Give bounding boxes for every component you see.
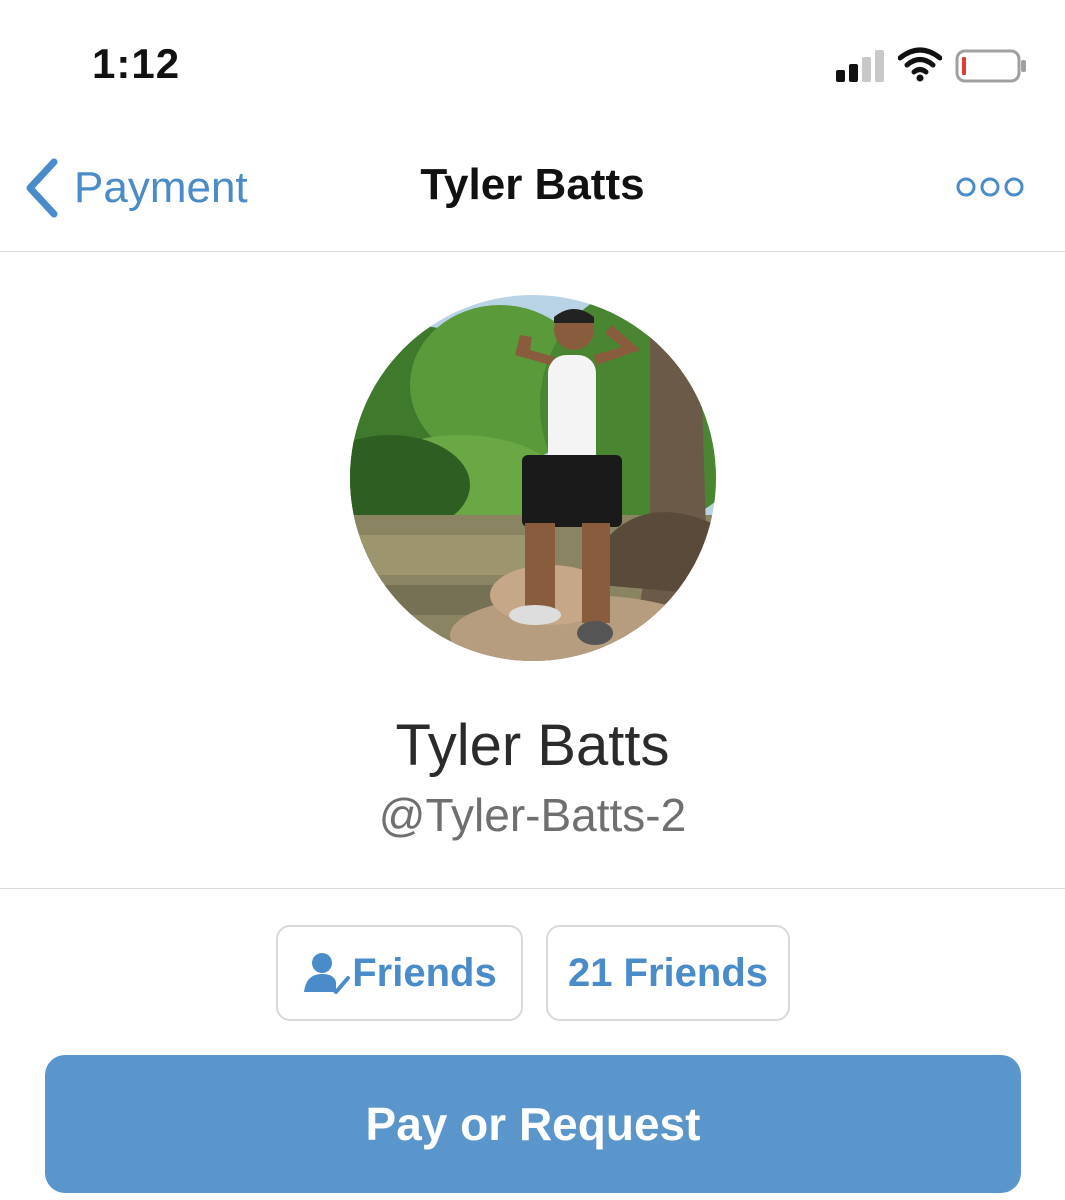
divider [0, 888, 1065, 889]
profile-photo [350, 295, 716, 661]
pay-or-request-button[interactable]: Pay or Request [45, 1055, 1021, 1193]
avatar[interactable] [350, 295, 716, 661]
cellular-signal-icon [836, 50, 886, 82]
profile-name: Tyler Batts [395, 713, 670, 778]
friends-status-label: Friends [352, 950, 497, 995]
wifi-icon [898, 47, 942, 82]
pay-or-request-label: Pay or Request [365, 1098, 701, 1150]
friend-check-icon [304, 953, 351, 994]
profile-handle: @Tyler-Batts-2 [378, 789, 687, 841]
battery-icon [955, 49, 1026, 83]
page-title: Tyler Batts [420, 160, 645, 209]
navigation-bar: Payment Tyler Batts [0, 120, 1065, 252]
friends-count-label: 21 Friends [567, 950, 769, 995]
friends-status-button[interactable]: Friends [276, 925, 523, 1021]
status-bar: 1:12 [0, 0, 1065, 120]
friends-count-button[interactable]: 21 Friends [546, 925, 790, 1021]
status-time: 1:12 [92, 40, 181, 87]
more-options-icon[interactable] [955, 172, 1025, 202]
